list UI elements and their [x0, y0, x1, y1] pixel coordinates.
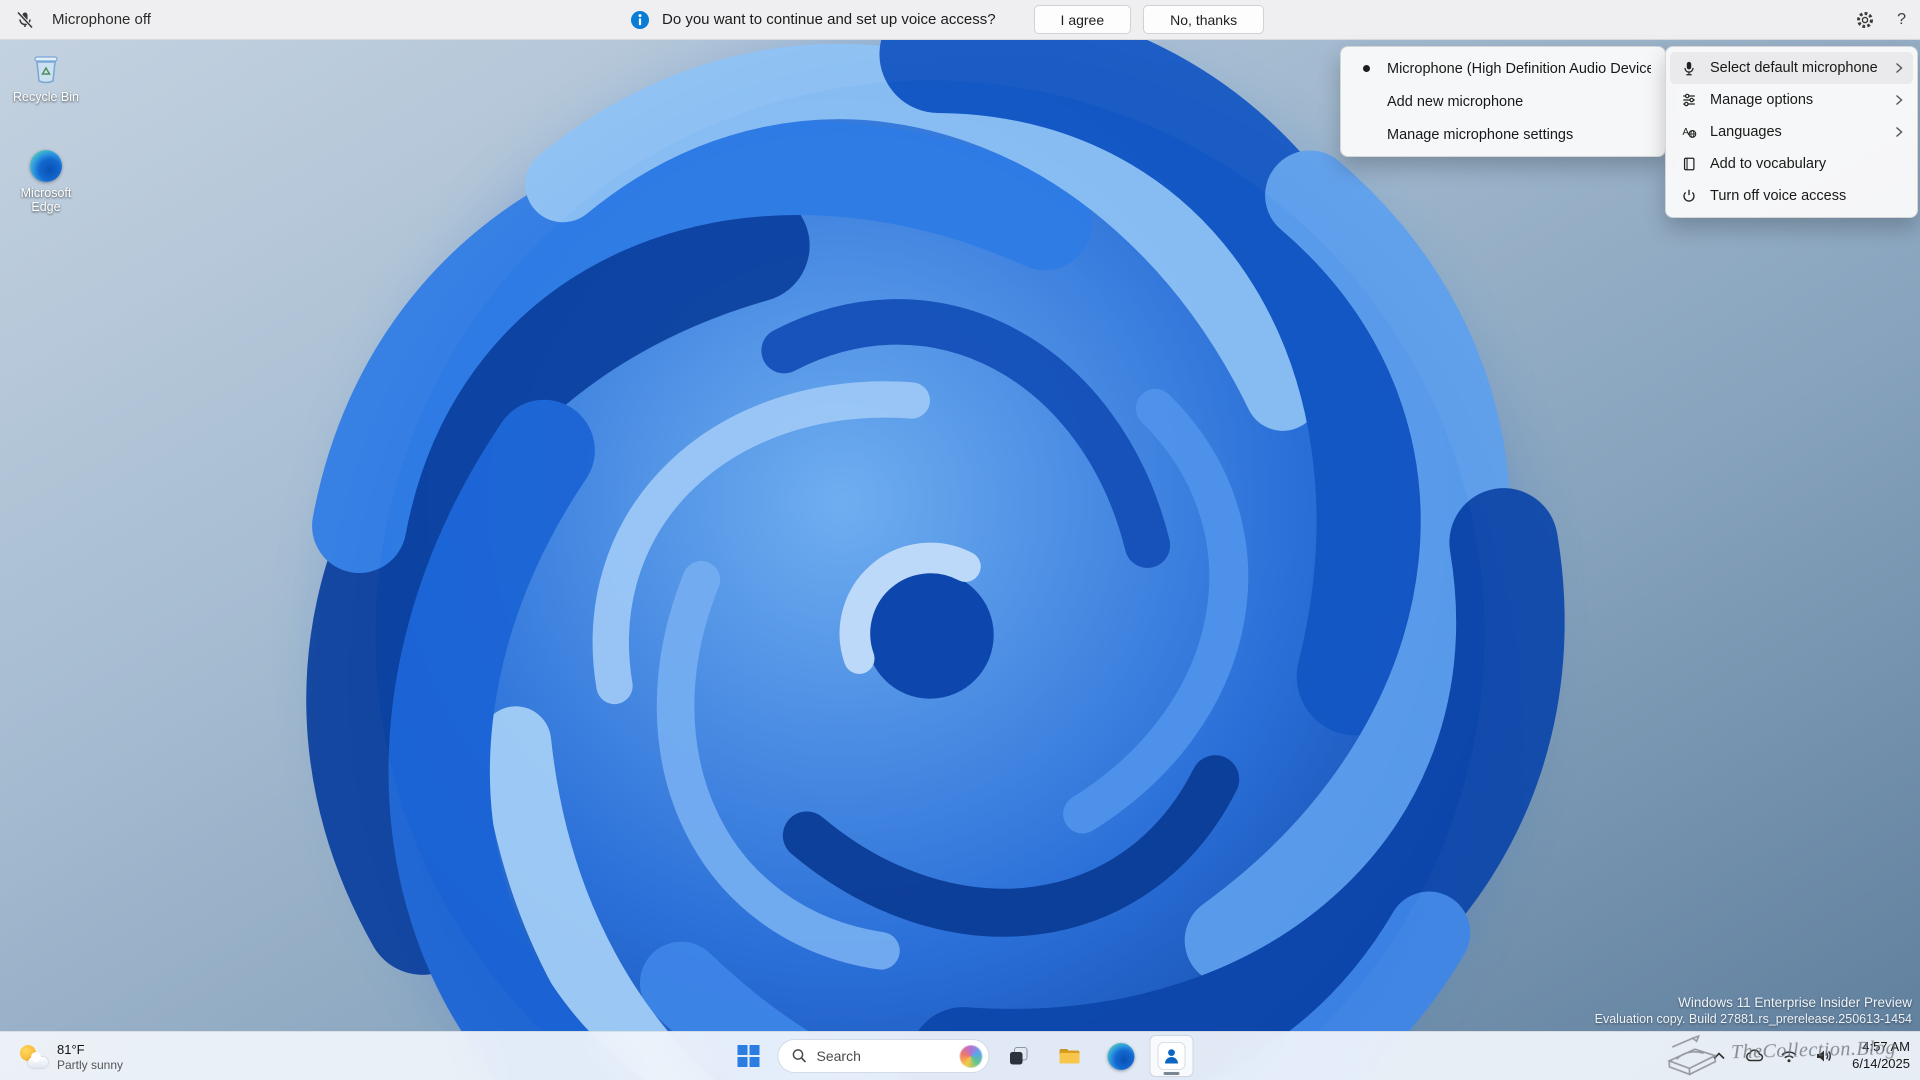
start-button[interactable]: [727, 1035, 771, 1077]
windows-desktop: Recycle Bin Microsoft Edge Windows 11 En…: [0, 0, 1920, 1080]
decline-button[interactable]: No, thanks: [1143, 5, 1264, 34]
clock-time: 4:57 AM: [1852, 1039, 1910, 1056]
edge-icon: [1107, 1043, 1134, 1070]
onedrive-tray-button[interactable]: [1743, 1043, 1765, 1069]
help-button[interactable]: ?: [1897, 11, 1906, 29]
menu-item-label: Turn off voice access: [1710, 188, 1881, 204]
desktop-icon-microsoft-edge[interactable]: Microsoft Edge: [4, 150, 88, 215]
volume-tray-button[interactable]: [1813, 1043, 1835, 1069]
chevron-right-icon: [1893, 126, 1903, 138]
info-icon: [630, 10, 650, 30]
submenu-item-label: Manage microphone settings: [1387, 127, 1651, 143]
clock-date: 6/14/2025: [1852, 1056, 1910, 1073]
wifi-icon: [1780, 1048, 1798, 1064]
search-highlights-icon: [960, 1045, 983, 1068]
clock[interactable]: 4:57 AM 6/14/2025: [1848, 1039, 1910, 1073]
chevron-up-icon: [1711, 1049, 1727, 1063]
book-icon: [1680, 155, 1698, 173]
desktop-icon-label: Microsoft Edge: [11, 186, 81, 215]
language-icon: A: [1680, 123, 1698, 141]
volume-icon: [1815, 1048, 1833, 1064]
voice-access-icon: [1158, 1042, 1186, 1070]
search-box[interactable]: Search: [778, 1039, 990, 1073]
chevron-right-icon: [1893, 62, 1903, 74]
voice-access-prompt: Do you want to continue and set up voice…: [662, 11, 996, 28]
agree-button[interactable]: I agree: [1034, 5, 1132, 34]
windows-build-watermark: Windows 11 Enterprise Insider Preview Ev…: [1595, 995, 1912, 1026]
weather-temperature: 81°F: [57, 1042, 123, 1057]
menu-item-label: Add to vocabulary: [1710, 156, 1881, 172]
voice-access-bar: Microphone off Do you want to continue a…: [0, 0, 1920, 40]
sliders-icon: [1680, 91, 1698, 109]
desktop-icon-label: Recycle Bin: [13, 90, 79, 104]
mic-status-text: Microphone off: [52, 11, 151, 28]
mic-off-icon: [15, 10, 35, 30]
menu-item-languages[interactable]: A Languages: [1670, 116, 1913, 148]
menu-item-label: Languages: [1710, 124, 1881, 140]
show-hidden-icons-button[interactable]: [1708, 1043, 1730, 1069]
search-icon: [792, 1048, 808, 1064]
submenu-item-add-new-microphone[interactable]: Add new microphone: [1345, 85, 1661, 118]
voice-access-app-button[interactable]: [1150, 1035, 1194, 1077]
task-view-icon: [1007, 1044, 1031, 1068]
menu-item-manage-options[interactable]: Manage options: [1670, 84, 1913, 116]
edge-button[interactable]: [1099, 1035, 1143, 1077]
file-explorer-button[interactable]: [1048, 1035, 1092, 1077]
microphone-toggle-button[interactable]: [10, 5, 40, 35]
submenu-item-label: Add new microphone: [1387, 94, 1651, 110]
submenu-item-label: Microphone (High Definition Audio Device…: [1387, 61, 1651, 77]
submenu-item-manage-microphone-settings[interactable]: Manage microphone settings: [1345, 118, 1661, 151]
recycle-bin-icon: [29, 50, 63, 86]
windows-logo-icon: [738, 1045, 760, 1067]
submenu-item-default-microphone[interactable]: Microphone (High Definition Audio Device…: [1345, 52, 1661, 85]
selected-dot-icon: [1363, 65, 1370, 72]
menu-item-turn-off-voice-access[interactable]: Turn off voice access: [1670, 180, 1913, 212]
network-tray-button[interactable]: [1778, 1043, 1800, 1069]
partly-sunny-icon: [18, 1042, 48, 1072]
menu-item-label: Manage options: [1710, 92, 1881, 108]
desktop-icon-recycle-bin[interactable]: Recycle Bin: [4, 50, 88, 104]
microphone-icon: [1680, 59, 1698, 77]
build-line-1: Windows 11 Enterprise Insider Preview: [1595, 995, 1912, 1010]
menu-item-select-default-microphone[interactable]: Select default microphone: [1670, 52, 1913, 84]
chevron-right-icon: [1893, 94, 1903, 106]
file-explorer-icon: [1057, 1044, 1083, 1068]
wallpaper-bloom: [0, 0, 1920, 1080]
svg-text:A: A: [1682, 127, 1689, 138]
menu-item-label: Select default microphone: [1710, 60, 1881, 76]
weather-widget[interactable]: 81°F Partly sunny: [8, 1035, 133, 1078]
search-label: Search: [817, 1048, 951, 1064]
gear-icon[interactable]: [1855, 10, 1875, 30]
power-icon: [1680, 187, 1698, 205]
edge-icon: [30, 150, 62, 182]
build-line-2: Evaluation copy. Build 27881.rs_prerelea…: [1595, 1012, 1912, 1026]
microphone-submenu: Microphone (High Definition Audio Device…: [1340, 46, 1666, 157]
voice-access-settings-menu: Select default microphone Manage options: [1665, 46, 1918, 218]
task-view-button[interactable]: [997, 1035, 1041, 1077]
cloud-icon: [1744, 1047, 1764, 1065]
weather-condition: Partly sunny: [57, 1058, 123, 1072]
menu-item-add-to-vocabulary[interactable]: Add to vocabulary: [1670, 148, 1913, 180]
taskbar: 81°F Partly sunny Search: [0, 1031, 1920, 1080]
